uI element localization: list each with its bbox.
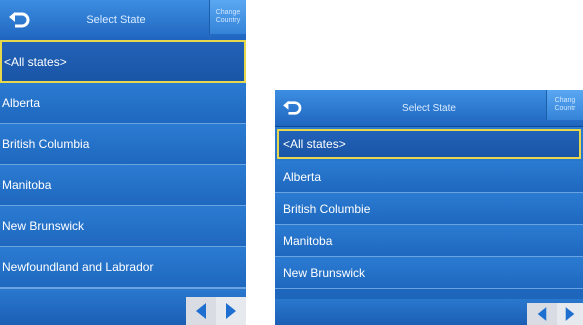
state-list: <All states> Alberta British Columbie Ma… — [275, 126, 583, 289]
change-country-label-line1: Chang — [554, 97, 576, 104]
list-item-alberta[interactable]: Alberta — [275, 161, 583, 193]
page-title: Select State — [86, 14, 146, 26]
title-bar: Select State Change Country — [0, 0, 246, 41]
list-item-new-brunswick[interactable]: New Brunswick — [275, 257, 583, 289]
page-title: Select State — [402, 102, 456, 114]
arrow-right-icon — [565, 307, 575, 321]
list-item-new-brunswick[interactable]: New Brunswick — [0, 206, 246, 247]
next-page-button[interactable] — [557, 303, 583, 325]
back-button[interactable] — [275, 90, 309, 126]
state-list-screen-large: Select State Change Country <All states>… — [0, 0, 246, 325]
change-country-label-line2: Country — [215, 17, 241, 24]
list-item-all-states[interactable]: <All states> — [0, 40, 246, 83]
list-item-british-columbia[interactable]: British Columbia — [0, 124, 246, 165]
list-item-all-states[interactable]: <All states> — [277, 129, 581, 159]
list-item-british-columbia[interactable]: British Columbie — [275, 193, 583, 225]
back-button[interactable] — [0, 0, 38, 40]
arrow-right-icon — [226, 303, 236, 319]
list-item-alberta[interactable]: Alberta — [0, 83, 246, 124]
list-item-manitoba[interactable]: Manitoba — [0, 165, 246, 206]
change-country-label-line1: Change — [215, 9, 241, 16]
bottom-bar — [0, 288, 246, 325]
previous-page-button[interactable] — [186, 297, 216, 325]
title-bar: Select State Chang Countr — [275, 90, 583, 127]
list-item-newfoundland[interactable]: Newfoundland and Labrador — [0, 247, 246, 288]
change-country-button[interactable]: Chang Countr — [546, 90, 583, 120]
arrow-left-icon — [537, 307, 547, 321]
arrow-left-icon — [196, 303, 206, 319]
change-country-label-line2: Countr — [554, 105, 576, 112]
state-list-screen-small: Select State Chang Countr <All states> A… — [275, 90, 583, 325]
back-arrow-icon — [283, 100, 302, 115]
change-country-button[interactable]: Change Country — [209, 0, 246, 34]
next-page-button[interactable] — [216, 297, 246, 325]
back-arrow-icon — [9, 12, 30, 28]
previous-page-button[interactable] — [527, 303, 557, 325]
bottom-bar — [275, 299, 583, 325]
state-list: <All states> Alberta British Columbia Ma… — [0, 40, 246, 288]
list-item-manitoba[interactable]: Manitoba — [275, 225, 583, 257]
